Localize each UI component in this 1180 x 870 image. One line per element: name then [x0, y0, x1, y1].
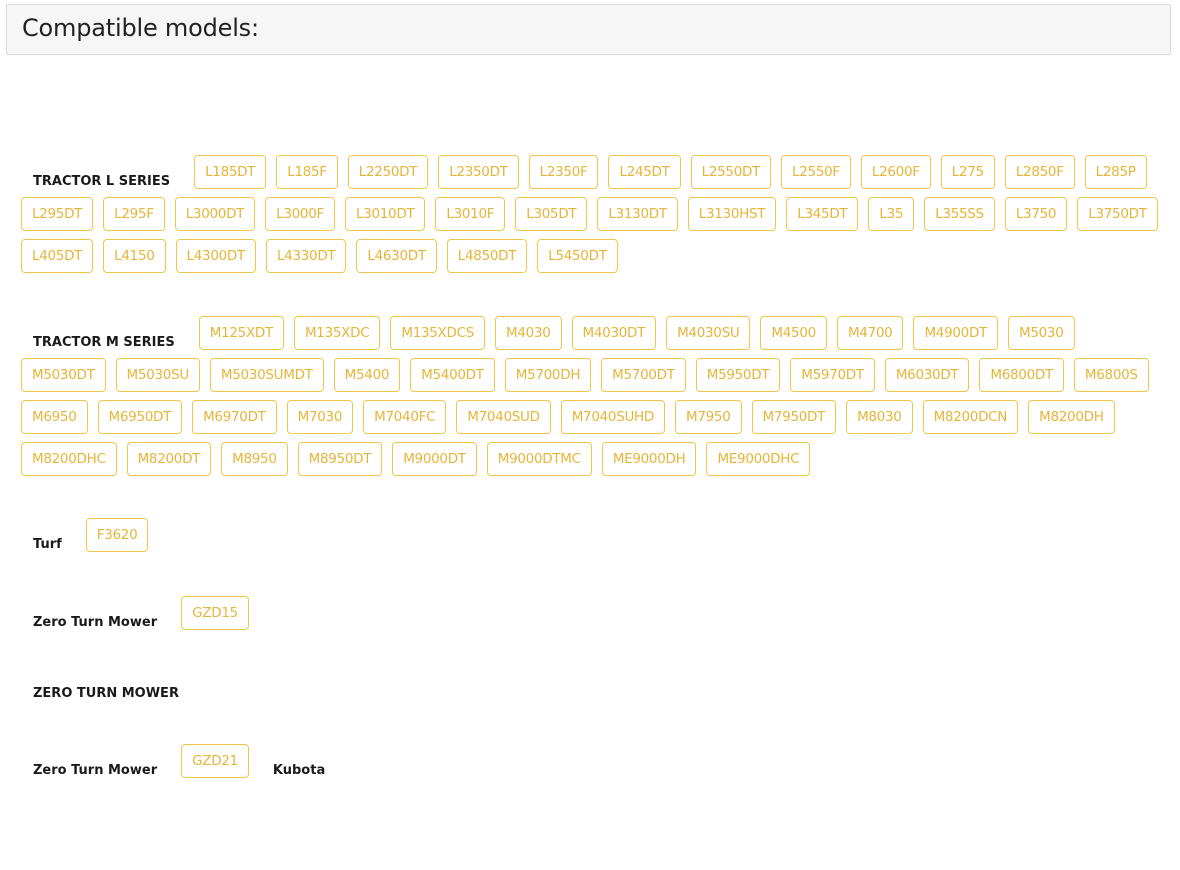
group-label: Turf — [33, 536, 62, 552]
model-chip[interactable]: L3010DT — [344, 197, 426, 231]
model-chip[interactable]: L3130HST — [687, 197, 777, 231]
model-chip[interactable]: L2250DT — [347, 155, 429, 189]
model-chip[interactable]: L2600F — [860, 155, 931, 189]
model-chip[interactable]: L275 — [940, 155, 995, 189]
model-chip[interactable]: L405DT — [21, 239, 94, 273]
header-panel: Compatible models: — [6, 4, 1171, 55]
model-chip[interactable]: M8200DT — [126, 442, 212, 476]
model-chip[interactable]: L185DT — [194, 155, 267, 189]
model-chip[interactable]: M9000DT — [392, 442, 477, 476]
model-chip[interactable]: M7030 — [286, 400, 354, 434]
model-chip[interactable]: L4630DT — [356, 239, 437, 273]
model-chip[interactable]: M5950DT — [695, 358, 781, 392]
model-chip[interactable]: M6030DT — [884, 358, 970, 392]
model-chip[interactable]: L3750DT — [1077, 197, 1158, 231]
model-chip[interactable]: M4700 — [836, 316, 904, 350]
group-label: TRACTOR M SERIES — [33, 334, 175, 350]
model-chip[interactable]: GZD15 — [181, 596, 249, 630]
model-chip[interactable]: ME9000DHC — [706, 442, 811, 476]
model-chip[interactable]: M6950 — [21, 400, 88, 434]
model-chip[interactable]: M125XDT — [198, 316, 284, 350]
model-chip[interactable]: L4850DT — [446, 239, 528, 273]
model-chip[interactable]: M8950DT — [297, 442, 383, 476]
model-chip[interactable]: L355SS — [924, 197, 995, 231]
model-chip[interactable]: M6800DT — [979, 358, 1064, 392]
model-chip[interactable]: L2550DT — [690, 155, 772, 189]
chip-list: TRACTOR M SERIES M125XDT M135XDC M135XDCS M… — [21, 316, 1171, 484]
chip-list: Zero Turn Mower GZD21 Kubota — [21, 744, 1171, 786]
group-tractor-l-series: TRACTOR L SERIES L185DT L185F L2250DT L2350… — [21, 155, 1171, 281]
model-chip[interactable]: L305DT — [515, 197, 588, 231]
chip-list: Turf F3620 — [21, 518, 1171, 560]
model-chip[interactable]: L285P — [1084, 155, 1147, 189]
model-chip[interactable]: L3000F — [265, 197, 335, 231]
model-chip[interactable]: M135XDC — [293, 316, 381, 350]
model-chip[interactable]: L4330DT — [265, 239, 347, 273]
model-chip[interactable]: M6970DT — [192, 400, 277, 434]
model-chip[interactable]: ME9000DH — [601, 442, 697, 476]
model-chip[interactable]: M8950 — [221, 442, 288, 476]
model-chip[interactable]: M5970DT — [790, 358, 875, 392]
model-chip[interactable]: L185F — [276, 155, 338, 189]
model-chip[interactable]: M135XDCS — [390, 316, 485, 350]
model-chip[interactable]: L3010F — [435, 197, 506, 231]
model-chip[interactable]: M4030SU — [666, 316, 751, 350]
model-chip[interactable]: M8200DCN — [922, 400, 1019, 434]
model-chip[interactable]: M5400 — [333, 358, 401, 392]
model-chip[interactable]: M7040SUHD — [560, 400, 665, 434]
model-chip[interactable]: L4150 — [103, 239, 166, 273]
model-chip[interactable]: M9000DTMC — [486, 442, 592, 476]
model-chip[interactable]: M4500 — [760, 316, 827, 350]
model-chip[interactable]: L5450DT — [537, 239, 618, 273]
model-chip[interactable]: M4900DT — [913, 316, 998, 350]
model-chip[interactable]: L35 — [868, 197, 915, 231]
group-label: ZERO TURN MOWER — [33, 686, 179, 701]
brand-label: Kubota — [272, 762, 326, 778]
model-chip[interactable]: L295DT — [21, 197, 94, 231]
model-chip[interactable]: L2350F — [528, 155, 599, 189]
model-chip[interactable]: L3130DT — [597, 197, 678, 231]
group-zero-turn-mower-heading: ZERO TURN MOWER — [21, 684, 1171, 702]
chip-list: TRACTOR L SERIES L185DT L185F L2250DT L2350… — [21, 155, 1171, 281]
model-chip[interactable]: M5400DT — [410, 358, 495, 392]
page-title: Compatible models: — [22, 14, 259, 42]
model-chip[interactable]: M5700DT — [601, 358, 686, 392]
group-zero-turn-mower-kubota: Zero Turn Mower GZD21 Kubota — [21, 744, 1171, 786]
model-chip[interactable]: L3000DT — [174, 197, 256, 231]
model-chip[interactable]: L245DT — [608, 155, 681, 189]
model-chip[interactable]: M7040SUD — [456, 400, 551, 434]
model-chip[interactable]: M5030 — [1008, 316, 1075, 350]
model-chip[interactable]: M5700DH — [504, 358, 592, 392]
model-chip[interactable]: M5030DT — [21, 358, 106, 392]
group-label: Zero Turn Mower — [33, 614, 158, 630]
model-chip[interactable]: M8200DH — [1028, 400, 1115, 434]
model-chip[interactable]: M8200DHC — [21, 442, 117, 476]
model-chip[interactable]: L295F — [103, 197, 165, 231]
group-turf: Turf F3620 — [21, 518, 1171, 560]
model-chip[interactable]: F3620 — [85, 518, 149, 552]
model-chip[interactable]: M6950DT — [97, 400, 183, 434]
model-chip[interactable]: M6800S — [1073, 358, 1149, 392]
model-chip[interactable]: L2350DT — [438, 155, 519, 189]
model-chip[interactable]: GZD21 — [181, 744, 249, 778]
group-zero-turn-mower: Zero Turn Mower GZD15 — [21, 596, 1171, 638]
model-chip[interactable]: M5030SUMDT — [209, 358, 324, 392]
model-chip[interactable]: M8030 — [846, 400, 913, 434]
group-label: TRACTOR L SERIES — [33, 173, 171, 189]
model-chip[interactable]: M4030DT — [571, 316, 657, 350]
group-tractor-m-series: TRACTOR M SERIES M125XDT M135XDC M135XDCS M… — [21, 316, 1171, 484]
group-label: Zero Turn Mower — [33, 762, 158, 778]
model-chip[interactable]: M7950DT — [751, 400, 837, 434]
model-chip[interactable]: L2550F — [781, 155, 851, 189]
model-chip[interactable]: M7040FC — [363, 400, 447, 434]
model-chip[interactable]: L345DT — [786, 197, 859, 231]
model-chip[interactable]: L2850F — [1004, 155, 1075, 189]
model-chip[interactable]: M7950 — [675, 400, 742, 434]
chip-list: Zero Turn Mower GZD15 — [21, 596, 1171, 638]
model-chip[interactable]: M4030 — [495, 316, 562, 350]
model-chip[interactable]: L3750 — [1004, 197, 1068, 231]
model-chip[interactable]: M5030SU — [115, 358, 200, 392]
model-chip[interactable]: L4300DT — [175, 239, 256, 273]
